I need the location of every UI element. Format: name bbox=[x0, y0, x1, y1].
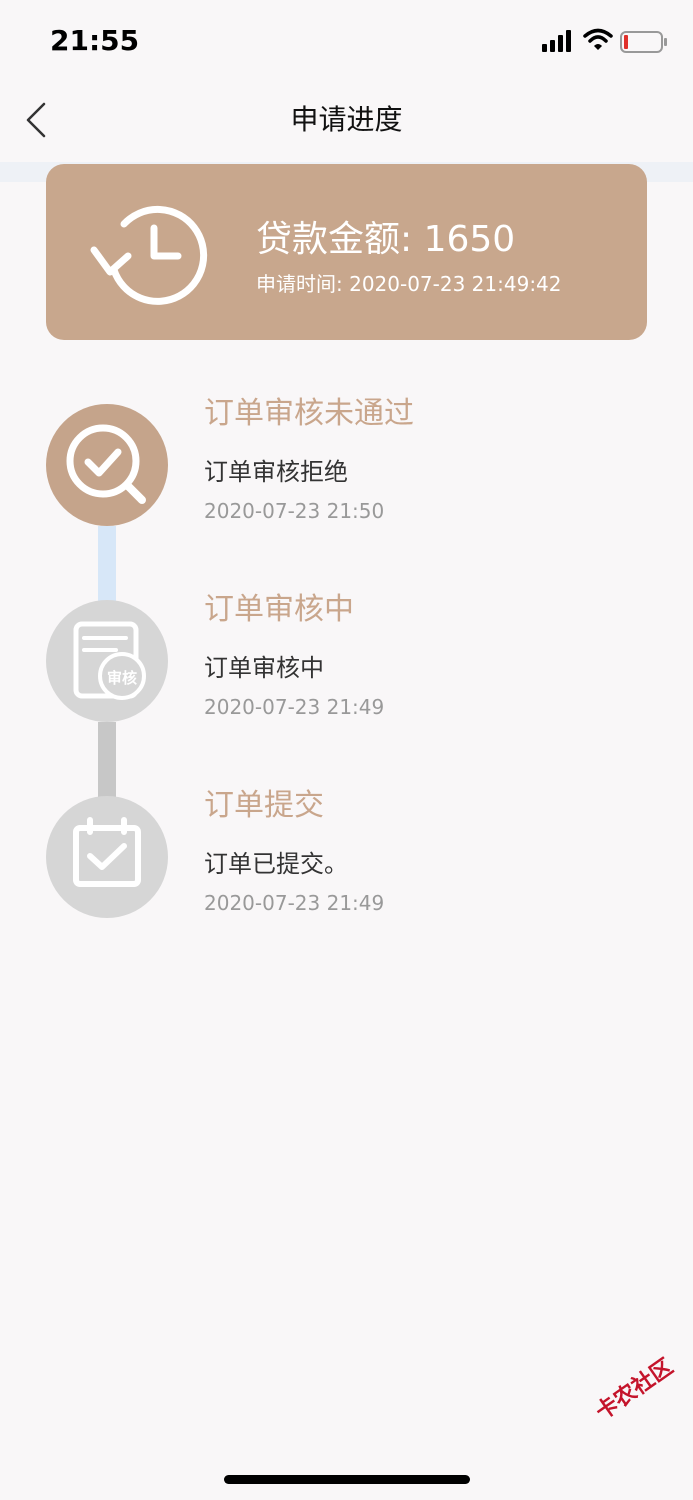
review-badge-label: 审核 bbox=[107, 669, 137, 687]
step-icon-reviewing: 审核 bbox=[46, 600, 168, 722]
step-title: 订单提交 bbox=[204, 788, 324, 823]
watermark-text: 卡农社区 bbox=[591, 1354, 678, 1426]
loan-summary-card: 贷款金额: 1650 申请时间: 2020-07-23 21:49:42 bbox=[46, 164, 647, 340]
nav-bar: 申请进度 bbox=[0, 86, 693, 162]
signal-icon bbox=[542, 30, 571, 52]
step-title: 订单审核中 bbox=[204, 592, 354, 627]
step-title: 订单审核未通过 bbox=[204, 396, 414, 431]
step-date: 2020-07-23 21:49 bbox=[204, 891, 385, 915]
step-icon-rejected bbox=[46, 404, 168, 526]
timeline-connector-2 bbox=[98, 722, 116, 798]
review-document-icon: 审核 bbox=[73, 621, 146, 700]
step-description: 订单已提交。 bbox=[204, 850, 348, 878]
step-description: 订单审核中 bbox=[204, 654, 324, 682]
step-description: 订单审核拒绝 bbox=[204, 458, 348, 486]
loan-amount: 贷款金额: 1650 bbox=[256, 219, 516, 260]
history-clock-icon bbox=[90, 205, 208, 305]
calendar-check-icon bbox=[73, 817, 141, 887]
step-icon-submitted bbox=[46, 796, 168, 918]
page-title: 申请进度 bbox=[290, 103, 403, 136]
apply-time: 申请时间: 2020-07-23 21:49:42 bbox=[256, 272, 562, 296]
step-date: 2020-07-23 21:49 bbox=[204, 695, 385, 719]
status-bar: 21:55 bbox=[0, 0, 693, 86]
timeline-connector-1 bbox=[98, 526, 116, 602]
home-indicator bbox=[224, 1475, 470, 1484]
watermark: 卡农社区 bbox=[588, 1350, 678, 1427]
status-time: 21:55 bbox=[50, 24, 140, 57]
search-check-icon bbox=[66, 424, 146, 504]
step-date: 2020-07-23 21:50 bbox=[204, 499, 385, 523]
wifi-icon bbox=[583, 28, 613, 50]
battery-icon bbox=[620, 31, 667, 53]
